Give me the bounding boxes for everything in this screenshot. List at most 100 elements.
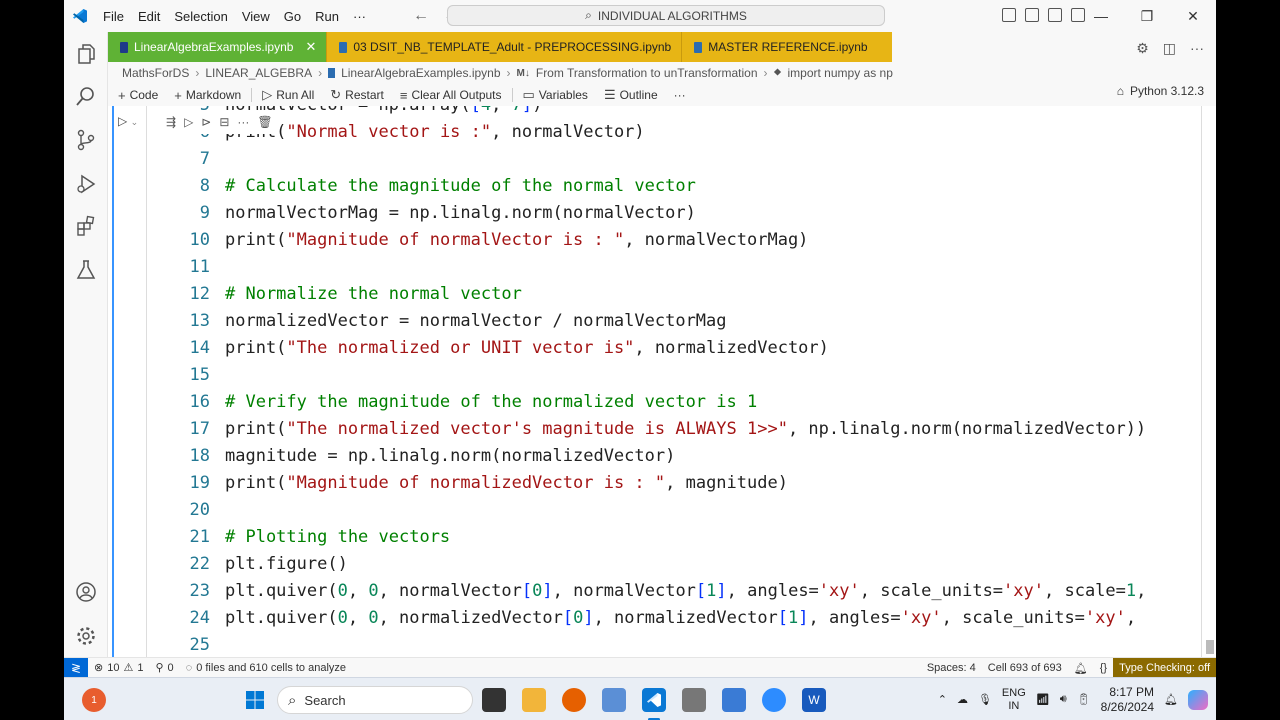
- code-line[interactable]: 12 # Normalize the normal vector: [168, 281, 1146, 308]
- close-tab-icon[interactable]: ✕: [305, 39, 316, 55]
- code-line[interactable]: 6print("Normal vector is :", normalVecto…: [168, 119, 1146, 146]
- search-view-icon[interactable]: [74, 84, 98, 108]
- execute-below-icon[interactable]: ⊳: [201, 115, 211, 129]
- file-explorer-icon[interactable]: [522, 688, 546, 712]
- breadcrumb-item[interactable]: LinearAlgebraExamples.ipynb: [341, 66, 500, 80]
- firefox-icon[interactable]: [562, 688, 586, 712]
- extensions-icon[interactable]: [74, 214, 98, 238]
- menu-selection[interactable]: Selection: [167, 9, 234, 24]
- toolbar-more-button[interactable]: ···: [666, 88, 694, 102]
- indentation-status[interactable]: Spaces: 4: [921, 662, 982, 674]
- clock[interactable]: 8:17 PM 8/26/2024: [1101, 685, 1154, 715]
- variables-button[interactable]: ▭ Variables: [515, 87, 596, 103]
- windows-start-icon[interactable]: [243, 688, 267, 712]
- code-line[interactable]: 9 normalVectorMag = np.linalg.norm(normal…: [168, 200, 1146, 227]
- code-line[interactable]: 5normalVector = np.array([4, 7]): [168, 106, 1146, 119]
- back-arrow-icon[interactable]: ←: [413, 7, 429, 25]
- microphone-icon[interactable]: 🎙︎: [978, 693, 992, 706]
- snipping-tool-icon[interactable]: [602, 688, 626, 712]
- code-line[interactable]: 17 print("The normalized vector's magnitu…: [168, 416, 1147, 443]
- word-icon[interactable]: W: [802, 688, 826, 712]
- menu-edit[interactable]: Edit: [131, 9, 167, 24]
- code-line[interactable]: 20: [168, 497, 1146, 524]
- more-actions-icon[interactable]: ···: [1190, 40, 1204, 57]
- tab-dsit-nb-template[interactable]: 03 DSIT_NB_TEMPLATE_Adult - PREPROCESSIN…: [326, 32, 682, 62]
- code-line[interactable]: 14 print("The normalized or UNIT vector i…: [168, 335, 1146, 362]
- notebook-editor[interactable]: ▷ ⌄ ⇶ ▷ ⊳ ⊟ ··· 🗑 5normalVector = np.arr…: [108, 106, 1216, 657]
- explorer-icon[interactable]: [74, 42, 98, 66]
- code-line[interactable]: 16 # Verify the magnitude of the normaliz…: [168, 389, 1146, 416]
- execute-above-icon[interactable]: ▷: [184, 115, 193, 129]
- menu-run[interactable]: Run: [308, 9, 346, 24]
- braces-icon[interactable]: {}: [1094, 662, 1113, 674]
- taskbar-search[interactable]: ⌕ Search: [277, 686, 473, 714]
- tab-master-reference[interactable]: MASTER REFERENCE.ipynb: [681, 32, 892, 62]
- language-indicator[interactable]: ENG IN: [1002, 687, 1026, 713]
- code-line[interactable]: 25: [168, 632, 1146, 657]
- cell-position-status[interactable]: Cell 693 of 693: [982, 662, 1068, 674]
- manage-gear-icon[interactable]: [74, 624, 98, 648]
- restart-button[interactable]: ↻ Restart: [322, 87, 392, 103]
- ports-indicator[interactable]: ⚲ 0: [149, 661, 179, 675]
- task-view-icon[interactable]: [482, 688, 506, 712]
- add-code-cell-button[interactable]: + Code: [108, 88, 166, 103]
- code-line[interactable]: 24 plt.quiver(0, 0, normalizedVector[0], …: [168, 605, 1146, 632]
- cloud-icon[interactable]: ☁: [957, 693, 968, 706]
- account-icon[interactable]: [74, 580, 98, 604]
- add-markdown-cell-button[interactable]: + Markdown: [166, 88, 249, 103]
- minimize-icon[interactable]: —: [1078, 0, 1124, 32]
- code-line[interactable]: 11: [168, 254, 1146, 281]
- breadcrumb-item[interactable]: import numpy as np: [788, 66, 893, 80]
- battery-icon[interactable]: 🔋︎: [1077, 693, 1091, 706]
- command-center-search[interactable]: ⌕ INDIVIDUAL ALGORITHMS: [447, 5, 885, 26]
- volume-icon[interactable]: 🔊︎: [1060, 693, 1067, 706]
- code-line[interactable]: 22 plt.figure(): [168, 551, 1146, 578]
- restore-icon[interactable]: ❐: [1124, 0, 1170, 32]
- scrollbar-thumb[interactable]: [1206, 640, 1214, 654]
- breadcrumb-item[interactable]: From Transformation to unTransformation: [536, 66, 758, 80]
- breadcrumb-item[interactable]: MathsForDS: [122, 66, 189, 80]
- zoom-icon[interactable]: [762, 688, 786, 712]
- editor-scrollbar[interactable]: [1202, 106, 1216, 657]
- code-line[interactable]: 7: [168, 146, 1146, 173]
- menu-more[interactable]: ···: [346, 9, 373, 24]
- source-control-icon[interactable]: [74, 128, 98, 152]
- code-line[interactable]: 15: [168, 362, 1146, 389]
- notifications-bell-icon[interactable]: 🔔︎: [1068, 662, 1094, 675]
- run-all-button[interactable]: ▷ Run All: [254, 87, 322, 103]
- breadcrumb-item[interactable]: LINEAR_ALGEBRA: [205, 66, 312, 80]
- code-line[interactable]: 21 # Plotting the vectors: [168, 524, 1146, 551]
- code-line[interactable]: 23 plt.quiver(0, 0, normalVector[0], norm…: [168, 578, 1147, 605]
- delete-cell-icon[interactable]: 🗑: [257, 115, 272, 129]
- clear-all-outputs-button[interactable]: ≡ Clear All Outputs: [392, 88, 510, 103]
- remote-indicator-icon[interactable]: ≷: [64, 657, 88, 678]
- problems-indicator[interactable]: ⊗ 10 ⚠ 1: [88, 661, 149, 675]
- split-editor-icon[interactable]: ◫: [1163, 40, 1176, 57]
- run-by-line-icon[interactable]: ⇶: [166, 115, 176, 129]
- notification-icon[interactable]: 🔔︎: [1164, 693, 1178, 706]
- outline-button[interactable]: ☰ Outline: [596, 87, 666, 103]
- run-cell-button[interactable]: ▷ ⌄: [118, 114, 138, 128]
- toggle-secondary-sidebar-icon[interactable]: [1048, 8, 1062, 22]
- widgets-icon[interactable]: 1: [82, 688, 106, 712]
- vscode-taskbar-icon[interactable]: [642, 688, 666, 712]
- toggle-sidebar-icon[interactable]: [1002, 8, 1016, 22]
- run-debug-icon[interactable]: [74, 172, 98, 196]
- microphone-app-icon[interactable]: [682, 688, 706, 712]
- cell-more-icon[interactable]: ···: [237, 115, 249, 129]
- toggle-panel-icon[interactable]: [1025, 8, 1039, 22]
- code-line[interactable]: 13 normalizedVector = normalVector / norm…: [168, 308, 1146, 335]
- testing-flask-icon[interactable]: [74, 258, 98, 282]
- copilot-icon[interactable]: [1188, 689, 1208, 710]
- type-checking-status[interactable]: Type Checking: off: [1113, 658, 1216, 678]
- code-line[interactable]: 19 print("Magnitude of normalizedVector i…: [168, 470, 1146, 497]
- menu-view[interactable]: View: [235, 9, 277, 24]
- menu-file[interactable]: File: [96, 9, 131, 24]
- tab-linear-algebra-examples[interactable]: LinearAlgebraExamples.ipynb ✕: [108, 32, 327, 62]
- code-line[interactable]: 10 print("Magnitude of normalVector is : …: [168, 227, 1146, 254]
- wifi-icon[interactable]: 📶︎: [1036, 693, 1050, 706]
- kernel-picker[interactable]: ⌂ Python 3.12.3: [1117, 84, 1204, 98]
- show-hidden-icons-icon[interactable]: ⌃: [938, 693, 947, 706]
- menu-go[interactable]: Go: [277, 9, 308, 24]
- gear-icon[interactable]: ⚙: [1136, 40, 1149, 57]
